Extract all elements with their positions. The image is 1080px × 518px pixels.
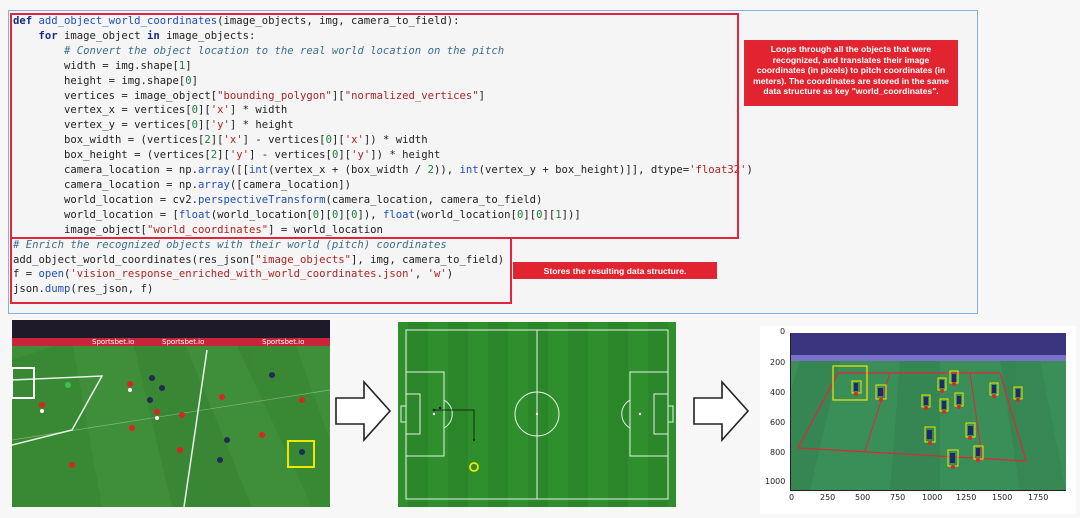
arrow-icon [335, 380, 392, 442]
function-highlight-box [10, 13, 739, 239]
ad-board-text: Sportsbet.io [162, 338, 204, 346]
x-tick-label: 750 [890, 493, 906, 502]
ad-board-text: Sportsbet.io [92, 338, 134, 346]
x-tick-label: 1250 [956, 493, 977, 502]
x-tick-label: 1500 [992, 493, 1013, 502]
ad-board-text: Sportsbet.io [262, 338, 304, 346]
x-tick-label: 1750 [1028, 493, 1049, 502]
call-highlight-box [10, 237, 512, 304]
y-tick-label: 600 [770, 418, 786, 427]
y-tick-label: 1000 [765, 477, 786, 486]
broadcast-image: Sportsbet.io Sportsbet.io Sportsbet.io [12, 320, 330, 507]
detections-plot: 0 200 400 600 800 1000 0 250 500 750 100… [760, 326, 1076, 514]
store-note: Stores the resulting data structure. [513, 262, 717, 279]
y-tick-label: 400 [770, 388, 786, 397]
x-tick-label: 250 [820, 493, 836, 502]
pitch-diagram [398, 322, 676, 507]
plot-frame [790, 333, 1066, 491]
y-tick-label: 0 [780, 327, 786, 336]
broadcast-image-graphic: Sportsbet.io Sportsbet.io Sportsbet.io [12, 320, 330, 507]
x-tick-label: 0 [789, 493, 795, 502]
arrow-icon [693, 380, 750, 442]
function-note: Loops through all the objects that were … [744, 40, 958, 106]
y-tick-label: 800 [770, 448, 786, 457]
x-tick-label: 500 [855, 493, 871, 502]
x-tick-label: 1000 [922, 493, 943, 502]
y-tick-label: 200 [770, 358, 786, 367]
pitch-diagram-graphic [398, 322, 676, 507]
